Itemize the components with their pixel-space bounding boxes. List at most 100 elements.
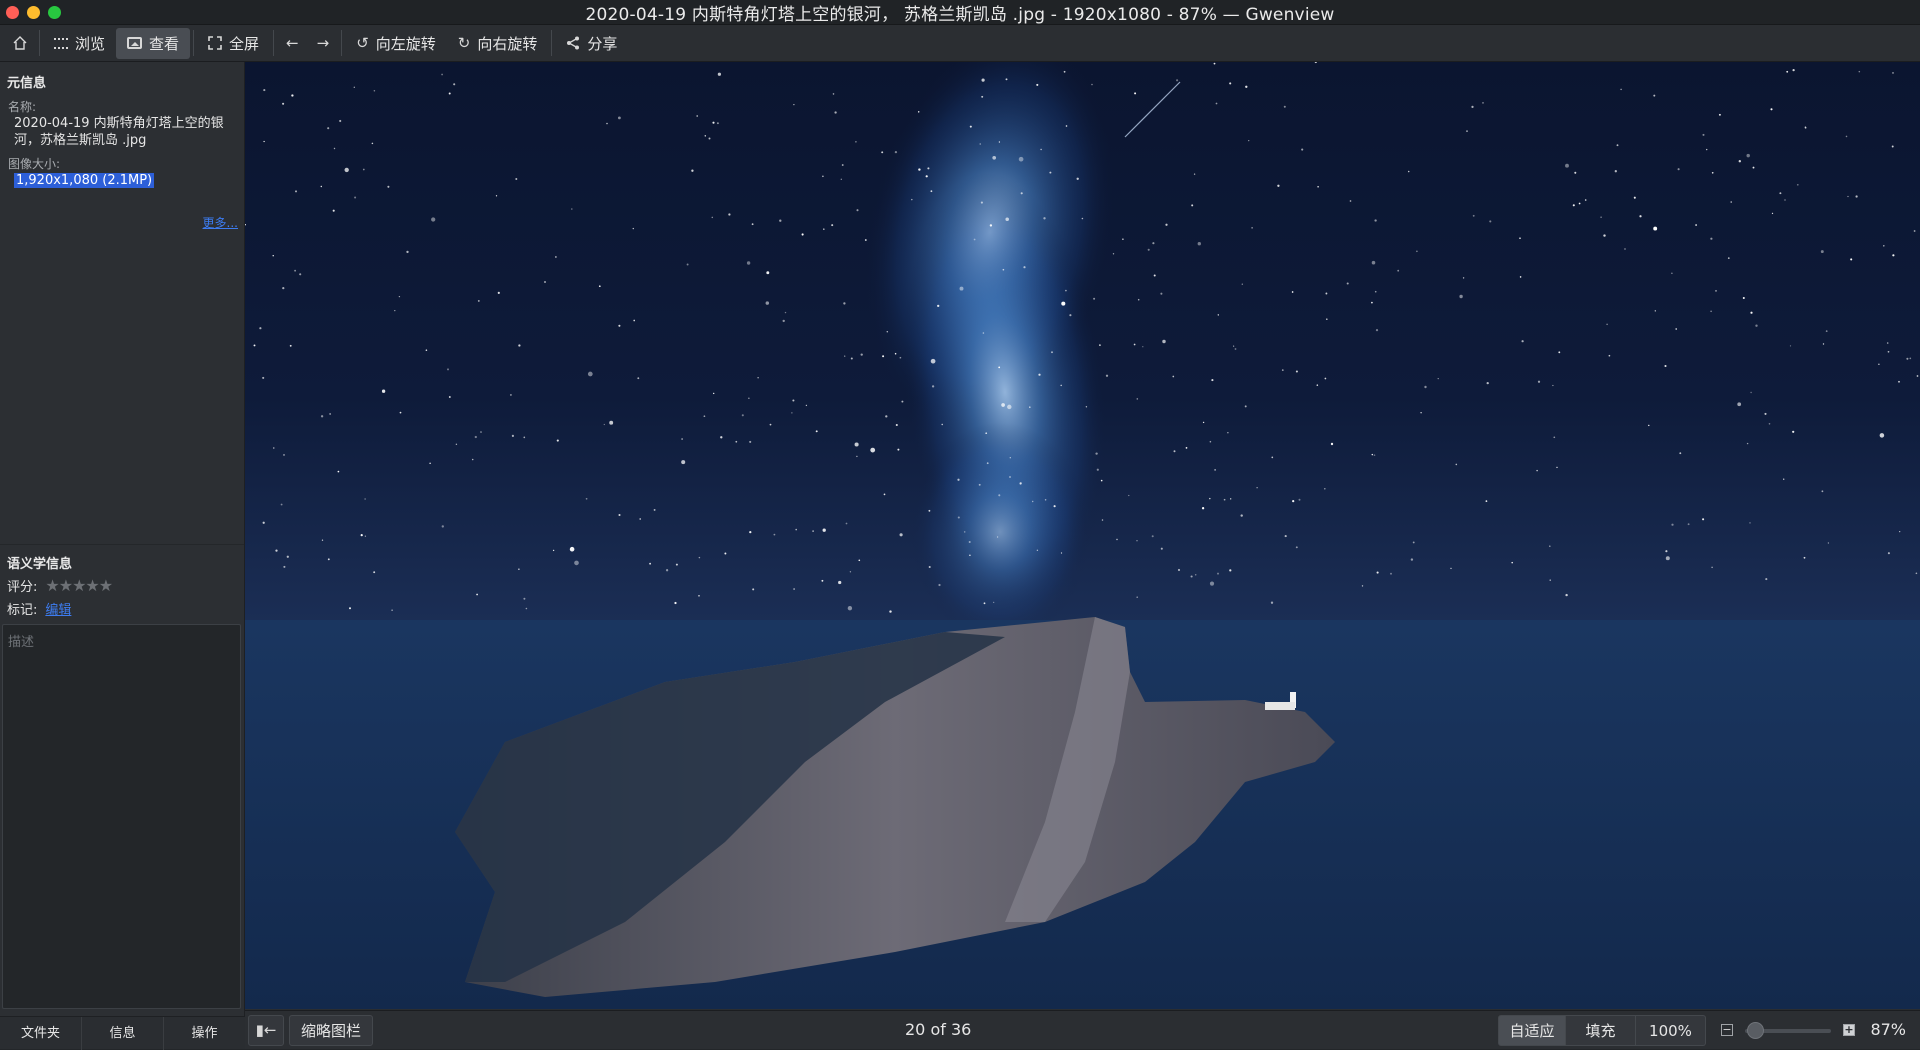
rotate-right-button[interactable]: ↻ 向右旋转 xyxy=(447,28,549,59)
star xyxy=(518,568,520,571)
star xyxy=(1822,343,1825,345)
star xyxy=(286,555,289,558)
zoom-slider-handle[interactable] xyxy=(1747,1022,1765,1039)
star xyxy=(511,434,514,437)
star xyxy=(1191,204,1194,207)
star xyxy=(894,150,898,154)
star xyxy=(998,494,1001,497)
home-button[interactable] xyxy=(4,28,36,59)
star xyxy=(1752,166,1755,169)
star xyxy=(253,344,256,347)
star xyxy=(373,89,376,92)
star xyxy=(1136,398,1139,400)
minimize-window-button[interactable] xyxy=(27,6,40,19)
star xyxy=(1898,380,1900,383)
star xyxy=(1891,145,1894,148)
star xyxy=(1230,498,1232,500)
star xyxy=(362,168,365,171)
star xyxy=(1234,348,1237,350)
star xyxy=(1858,70,1861,73)
star xyxy=(801,233,804,236)
image-size-label: 图像大小: xyxy=(8,157,61,171)
star xyxy=(1486,381,1489,385)
star xyxy=(1892,254,1895,257)
more-metadata-link[interactable]: 更多... xyxy=(203,214,238,231)
star xyxy=(899,533,903,537)
zoom-fill-button[interactable]: 填充 xyxy=(1566,1015,1636,1046)
zoom-fit-button[interactable]: 自适应 xyxy=(1498,1015,1566,1046)
star xyxy=(1899,531,1901,533)
close-window-button[interactable] xyxy=(6,6,19,19)
star xyxy=(728,213,731,216)
star xyxy=(1217,314,1219,316)
edit-tags-link[interactable]: 编辑 xyxy=(45,599,71,618)
tab-operations[interactable]: 操作 xyxy=(164,1017,245,1050)
tab-information[interactable]: 信息 xyxy=(82,1016,164,1050)
zoom-out-button[interactable]: − xyxy=(1721,1024,1733,1036)
star xyxy=(1223,498,1226,501)
rating-stars[interactable]: ★★★★★ xyxy=(45,576,113,595)
rotate-left-button[interactable]: ↺ 向左旋转 xyxy=(345,28,447,59)
star xyxy=(1053,505,1056,508)
star xyxy=(749,530,752,534)
image-size-value[interactable]: 1,920x1,080 (2.1MP) xyxy=(14,172,240,189)
previous-button[interactable]: ← xyxy=(277,28,308,59)
share-button[interactable]: 分享 xyxy=(555,28,628,59)
description-field[interactable]: 描述 xyxy=(2,624,241,1009)
star xyxy=(1521,340,1524,343)
star xyxy=(1375,329,1379,332)
star xyxy=(1324,488,1326,490)
star xyxy=(1005,217,1009,222)
star xyxy=(993,601,995,604)
star xyxy=(968,540,971,544)
maximize-window-button[interactable] xyxy=(48,6,61,19)
star xyxy=(1909,357,1912,360)
star xyxy=(927,167,930,170)
star xyxy=(928,509,931,512)
star xyxy=(973,238,976,241)
toggle-sidebar-button[interactable]: ▮← xyxy=(248,1015,284,1046)
fullscreen-label: 全屏 xyxy=(229,34,260,53)
zoom-actual-size-button[interactable]: 100% xyxy=(1636,1015,1706,1046)
star xyxy=(765,301,770,305)
star xyxy=(1746,442,1749,445)
star xyxy=(766,271,770,275)
star xyxy=(1122,238,1124,240)
gwenview-window: 2020-04-19 内斯特角灯塔上空的银河， 苏格兰斯凯岛 .jpg - 19… xyxy=(0,0,1920,1050)
star xyxy=(860,353,863,356)
star xyxy=(979,143,981,145)
title-bar: 2020-04-19 内斯特角灯塔上空的银河， 苏格兰斯凯岛 .jpg - 19… xyxy=(0,0,1920,25)
star xyxy=(1281,369,1284,371)
star xyxy=(282,287,285,290)
thumbnail-bar-button[interactable]: 缩略图栏 xyxy=(289,1015,373,1046)
browse-button[interactable]: 浏览 xyxy=(43,28,116,59)
image-view[interactable] xyxy=(245,62,1920,1009)
rotate-left-label: 向左旋转 xyxy=(375,34,436,53)
next-button[interactable]: → xyxy=(308,28,339,59)
star xyxy=(1820,250,1824,254)
zoom-in-button[interactable]: + xyxy=(1843,1024,1855,1036)
star xyxy=(1018,156,1024,162)
star xyxy=(831,224,834,227)
tags-row: 标记: 编辑 xyxy=(7,599,71,618)
zoom-percentage[interactable]: 87% xyxy=(1870,1020,1906,1039)
star xyxy=(1005,78,1008,81)
star xyxy=(327,127,330,130)
zoom-mode-group: 自适应 填充 100% xyxy=(1498,1015,1706,1046)
sidebar-divider xyxy=(0,544,244,545)
star xyxy=(1603,234,1606,237)
star xyxy=(844,355,846,357)
star xyxy=(606,122,608,125)
star xyxy=(344,167,349,173)
tab-folders[interactable]: 文件夹 xyxy=(0,1016,82,1050)
star xyxy=(1792,430,1795,433)
star xyxy=(639,518,642,520)
star xyxy=(1749,522,1751,524)
star xyxy=(653,508,656,511)
star xyxy=(1770,108,1773,111)
star xyxy=(1738,160,1741,163)
star xyxy=(1060,552,1063,554)
fullscreen-button[interactable]: 全屏 xyxy=(197,28,270,59)
star xyxy=(1671,523,1674,526)
view-button[interactable]: 查看 xyxy=(116,27,191,59)
